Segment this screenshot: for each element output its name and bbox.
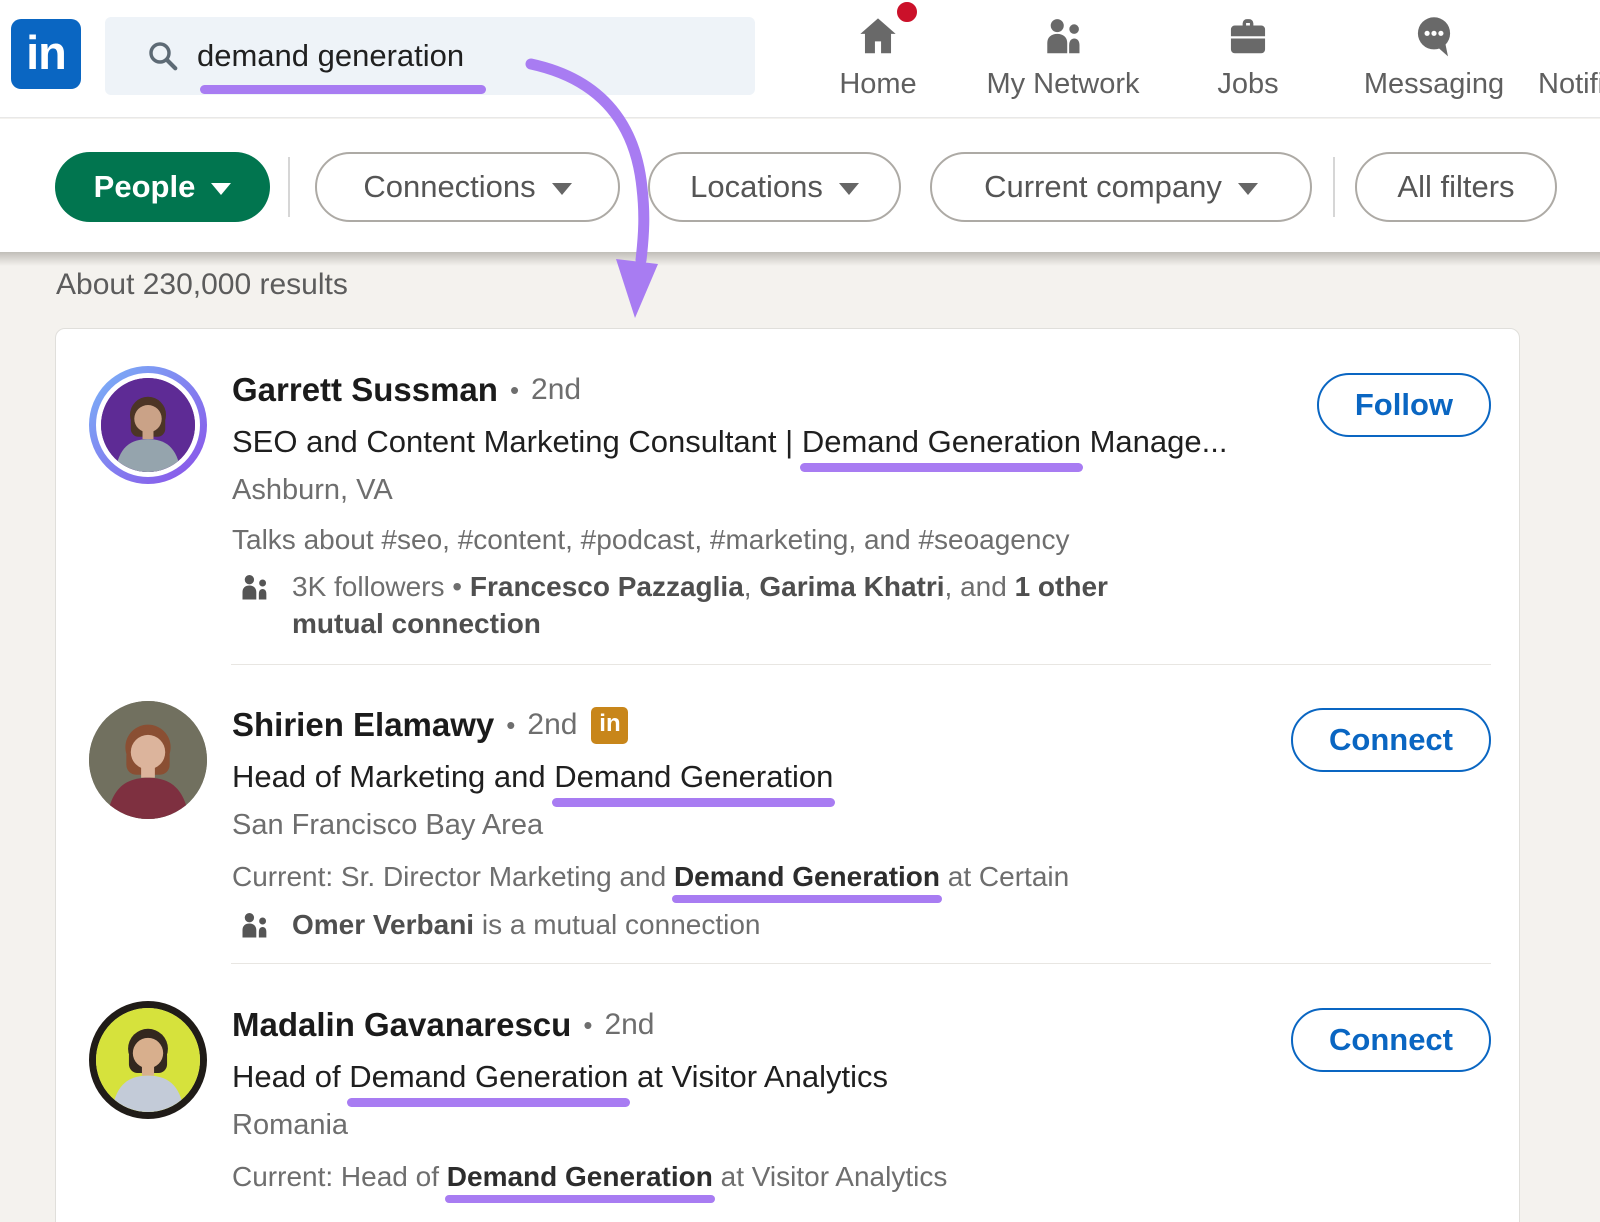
- profile-photo: [96, 1008, 200, 1112]
- profile-photo: [89, 701, 207, 819]
- chevron-down-icon: [839, 183, 859, 195]
- search-result-profile: Garrett Sussman • 2nd SEO and Content Ma…: [89, 366, 1493, 642]
- notification-badge: [897, 2, 917, 22]
- profile-name[interactable]: Shirien Elamawy: [232, 703, 494, 747]
- nav-label: Messaging: [1349, 68, 1519, 101]
- filter-category-people[interactable]: People: [55, 152, 270, 222]
- result-divider: [231, 664, 1491, 665]
- current-position: Current: Sr. Director Marketing and Dema…: [232, 858, 1493, 896]
- action-button[interactable]: Connect: [1291, 1008, 1491, 1072]
- avatar[interactable]: [89, 1001, 207, 1119]
- nav-label: My Network: [978, 68, 1148, 101]
- action-button[interactable]: Connect: [1291, 708, 1491, 772]
- degree-separator: •: [506, 703, 515, 747]
- profile-name[interactable]: Garrett Sussman: [232, 368, 498, 412]
- profile-location: San Francisco Bay Area: [232, 806, 1493, 844]
- filter-category-label: People: [94, 169, 196, 205]
- filter-label: Current company: [984, 169, 1222, 205]
- filter-label: Connections: [363, 169, 535, 205]
- nav-messaging[interactable]: Messaging: [1349, 0, 1519, 118]
- profile-photo: [101, 378, 195, 472]
- search-result-profile: Shirien Elamawy • 2nd in Head of Marketi…: [89, 701, 1493, 945]
- all-filters-button[interactable]: All filters: [1355, 152, 1557, 222]
- messaging-icon: [1411, 13, 1457, 59]
- mutual-connections-icon: [238, 909, 274, 945]
- connection-degree: 2nd: [527, 703, 577, 747]
- search-term-underline-annotation: [200, 85, 486, 94]
- current-position: Current: Head of Demand Generation at Vi…: [232, 1158, 1493, 1196]
- nav-notifications[interactable]: Notifications: [1532, 0, 1600, 118]
- search-filter-bar: People Connections Locations Current com…: [0, 119, 1600, 252]
- filter-label: Locations: [690, 169, 823, 205]
- linkedin-logo-icon[interactable]: in: [11, 19, 81, 89]
- nav-items: Home My Network Jobs: [760, 0, 1600, 118]
- nav-label: Notifications: [1532, 68, 1600, 101]
- avatar[interactable]: [89, 701, 207, 819]
- action-button[interactable]: Follow: [1317, 373, 1491, 437]
- profile-content: Garrett Sussman • 2nd SEO and Content Ma…: [232, 366, 1493, 642]
- search-icon: [145, 38, 181, 74]
- results-count: About 230,000 results: [56, 268, 348, 302]
- filter-connections[interactable]: Connections: [315, 152, 620, 222]
- connection-degree: 2nd: [531, 368, 581, 412]
- degree-separator: •: [583, 1003, 592, 1047]
- chevron-down-icon: [211, 183, 231, 195]
- profile-name[interactable]: Madalin Gavanarescu: [232, 1003, 571, 1047]
- filter-label: All filters: [1397, 169, 1514, 205]
- nav-my-network[interactable]: My Network: [978, 0, 1148, 118]
- filter-divider: [1333, 157, 1335, 217]
- degree-separator: •: [510, 368, 519, 412]
- profile-headline: SEO and Content Marketing Consultant | D…: [232, 421, 1493, 463]
- nav-label: Jobs: [1163, 68, 1333, 101]
- profile-location: Romania: [232, 1106, 1493, 1144]
- chevron-down-icon: [1238, 183, 1258, 195]
- nav-jobs[interactable]: Jobs: [1163, 0, 1333, 118]
- search-result-profile: Madalin Gavanarescu • 2nd Head of Demand…: [89, 1001, 1493, 1196]
- premium-badge-icon: in: [591, 707, 628, 744]
- filter-current-company[interactable]: Current company: [930, 152, 1312, 222]
- notifications-icon: [1594, 13, 1600, 59]
- mutual-connections[interactable]: Omer Verbani is a mutual connection: [232, 906, 1192, 945]
- search-input[interactable]: [197, 38, 627, 74]
- connection-degree: 2nd: [604, 1003, 654, 1047]
- mutual-connections[interactable]: 3K followers • Francesco Pazzaglia, Gari…: [232, 568, 1192, 642]
- filter-locations[interactable]: Locations: [648, 152, 901, 222]
- my-network-icon: [1040, 13, 1086, 59]
- jobs-icon: [1225, 13, 1271, 59]
- talks-about: Talks about #seo, #content, #podcast, #m…: [232, 522, 1493, 558]
- result-divider: [231, 963, 1491, 964]
- top-navigation-bar: in Home: [0, 0, 1600, 118]
- nav-label: Home: [793, 68, 963, 101]
- search-bar[interactable]: [105, 17, 755, 95]
- filter-divider: [288, 157, 290, 217]
- mutual-connections-icon: [238, 571, 274, 607]
- results-card: Garrett Sussman • 2nd SEO and Content Ma…: [55, 328, 1520, 1222]
- avatar[interactable]: [89, 366, 207, 484]
- chevron-down-icon: [552, 183, 572, 195]
- nav-home[interactable]: Home: [793, 0, 963, 118]
- linkedin-search-page: { "colors": { "linkedin_blue": "#0a66c2"…: [0, 0, 1600, 1222]
- profile-location: Ashburn, VA: [232, 471, 1493, 509]
- home-icon: [855, 13, 901, 59]
